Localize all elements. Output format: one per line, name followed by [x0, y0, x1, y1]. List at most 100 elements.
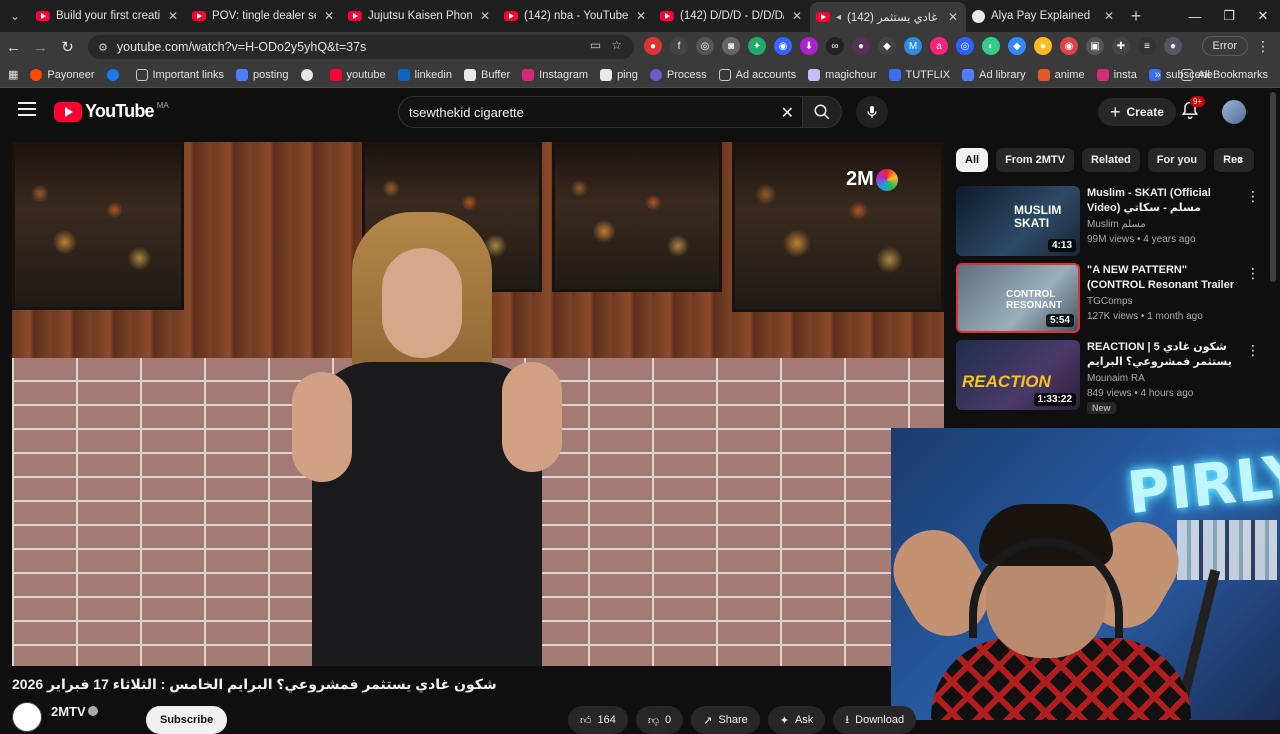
- all-bookmarks-folder[interactable]: All Bookmarks: [1180, 69, 1268, 81]
- bookmark-item[interactable]: Process: [649, 68, 707, 81]
- extension-icon[interactable]: ◎: [696, 37, 714, 55]
- extension-icon[interactable]: ◐: [982, 37, 1000, 55]
- bookmark-item[interactable]: Ad library: [962, 68, 1026, 81]
- browser-tab[interactable]: Jujutsu Kaisen Phonk HD✕: [342, 0, 498, 32]
- bookmark-folder[interactable]: Ad accounts: [718, 68, 796, 81]
- channel-avatar[interactable]: [12, 702, 42, 732]
- bookmark-item[interactable]: magichour: [808, 68, 877, 81]
- browser-tab[interactable]: POV: tingle dealer sells yo✕: [186, 0, 342, 32]
- bookmark-item[interactable]: ping: [600, 68, 638, 81]
- video-thumbnail[interactable]: MUSLIM SKATI 4:13: [956, 186, 1080, 256]
- bookmark-item[interactable]: posting: [236, 68, 289, 81]
- bookmark-item[interactable]: TUTFLIX: [888, 68, 950, 81]
- recommended-video-title[interactable]: Muslim - SKATI (Official Video) مسلم - س…: [1087, 186, 1239, 216]
- media-controls-icon[interactable]: ≡: [1138, 37, 1156, 55]
- bookmark-item[interactable]: linkedin: [397, 68, 452, 81]
- extension-icon[interactable]: ▣: [1086, 37, 1104, 55]
- extension-icon[interactable]: a: [930, 37, 948, 55]
- recommended-video[interactable]: CONTROL RESONANT 5:54 "A NEW PATTERN" (C…: [956, 263, 1266, 335]
- chip-related[interactable]: Related: [1081, 148, 1140, 172]
- video-player[interactable]: 2M: [12, 142, 944, 666]
- bookmark-item[interactable]: [106, 68, 124, 81]
- recommended-channel[interactable]: Mounaim RA: [1087, 373, 1145, 384]
- chip-all[interactable]: All: [956, 148, 989, 172]
- bookmark-item[interactable]: Instagram: [522, 68, 588, 81]
- close-tab-icon[interactable]: ✕: [322, 9, 336, 23]
- browser-tab[interactable]: (142) nba - YouTube ✕: [498, 0, 654, 32]
- apps-grid-icon[interactable]: ▦: [8, 68, 18, 81]
- more-bookmarks-icon[interactable]: »: [1155, 69, 1161, 81]
- recommended-video[interactable]: REACTION 1:33:22 REACTION | 5 شكون غادي …: [956, 340, 1266, 414]
- close-tab-icon[interactable]: ✕: [634, 9, 648, 23]
- bookmark-item[interactable]: insta: [1096, 68, 1137, 81]
- bookmark-item[interactable]: [300, 68, 318, 81]
- restore-icon[interactable]: ❐: [1212, 0, 1246, 32]
- new-tab-button[interactable]: +: [1122, 6, 1150, 27]
- extension-icon[interactable]: ◎: [956, 37, 974, 55]
- tab-search-icon[interactable]: ⌄: [0, 0, 30, 32]
- bookmark-item[interactable]: youtube: [329, 68, 386, 81]
- cast-icon[interactable]: ▭: [590, 38, 601, 52]
- reload-icon[interactable]: ↻: [54, 38, 81, 56]
- address-bar[interactable]: ⚙ youtube.com/watch?v=H-ODo2y5yhQ&t=37s …: [88, 35, 634, 59]
- bookmark-folder[interactable]: Important links: [135, 68, 224, 81]
- like-button[interactable]: 👍︎ 164: [568, 706, 628, 734]
- close-tab-icon[interactable]: ✕: [946, 10, 960, 24]
- audio-playing-icon[interactable]: ◂: [836, 12, 841, 23]
- back-icon[interactable]: ←: [0, 39, 27, 56]
- ask-button[interactable]: ✦ Ask: [767, 706, 826, 734]
- more-actions-icon[interactable]: ⋮: [1246, 342, 1260, 359]
- create-button[interactable]: + Create: [1098, 98, 1176, 126]
- voice-search-button[interactable]: [856, 96, 888, 128]
- browser-tab[interactable]: Build your first creative AI✕: [30, 0, 186, 32]
- extension-icon[interactable]: ●: [1034, 37, 1052, 55]
- extension-icon[interactable]: ●: [644, 37, 662, 55]
- browser-tab-active[interactable]: ◂(142) شكون غادي يستثمر✕: [810, 2, 966, 32]
- extension-icon[interactable]: ◉: [1060, 37, 1078, 55]
- extension-icon[interactable]: ⬇: [800, 37, 818, 55]
- close-window-icon[interactable]: ✕: [1246, 0, 1280, 32]
- browser-menu-icon[interactable]: ⋮: [1256, 38, 1270, 55]
- recommended-channel[interactable]: TGComps: [1087, 296, 1133, 307]
- download-button[interactable]: ⭳ Download: [833, 706, 917, 734]
- close-tab-icon[interactable]: ✕: [1102, 9, 1116, 23]
- clear-search-icon[interactable]: ✕: [781, 103, 794, 123]
- extension-icon[interactable]: ◙: [722, 37, 740, 55]
- page-scrollbar[interactable]: [1270, 92, 1276, 282]
- recommended-channel[interactable]: Muslim مسلم: [1087, 219, 1146, 230]
- search-button[interactable]: [802, 96, 842, 128]
- channel-name[interactable]: 2MTV: [51, 704, 86, 719]
- extension-icon[interactable]: f: [670, 37, 688, 55]
- browser-tab[interactable]: (142) D/D/D - D/D/D/D D✕: [654, 0, 810, 32]
- extension-icon[interactable]: ✦: [748, 37, 766, 55]
- bookmark-item[interactable]: Buffer: [463, 68, 510, 81]
- extensions-puzzle-icon[interactable]: ✚: [1112, 37, 1130, 55]
- recommended-video-title[interactable]: REACTION | 5 شكون غادي يستثمر فمشروعي؟ ا…: [1087, 340, 1239, 370]
- chip-for-you[interactable]: For you: [1147, 148, 1207, 172]
- more-actions-icon[interactable]: ⋮: [1246, 188, 1260, 205]
- bookmark-star-icon[interactable]: ☆: [611, 38, 622, 52]
- bookmark-item[interactable]: Payoneer: [30, 68, 95, 81]
- close-tab-icon[interactable]: ✕: [166, 9, 180, 23]
- minimize-icon[interactable]: —: [1178, 0, 1212, 32]
- extension-icon[interactable]: ●: [852, 37, 870, 55]
- account-avatar[interactable]: [1222, 100, 1246, 124]
- extension-icon[interactable]: M: [904, 37, 922, 55]
- share-button[interactable]: ↗ Share: [691, 706, 760, 734]
- video-thumbnail[interactable]: REACTION 1:33:22: [956, 340, 1080, 410]
- video-thumbnail[interactable]: CONTROL RESONANT 5:54: [956, 263, 1080, 333]
- forward-icon[interactable]: →: [27, 39, 54, 56]
- error-button[interactable]: Error: [1201, 36, 1248, 56]
- notifications-button[interactable]: 9+: [1180, 96, 1206, 122]
- extension-icon[interactable]: ∞: [826, 37, 844, 55]
- site-info-icon[interactable]: ⚙: [98, 41, 108, 54]
- close-tab-icon[interactable]: ✕: [478, 9, 492, 23]
- extension-icon[interactable]: ◉: [774, 37, 792, 55]
- chevron-right-icon[interactable]: ›: [1230, 148, 1250, 172]
- recommended-video[interactable]: MUSLIM SKATI 4:13 Muslim - SKATI (Offici…: [956, 186, 1266, 258]
- browser-tab[interactable]: Alya Pay Explained ✕: [966, 0, 1122, 32]
- bookmark-item[interactable]: anime: [1037, 68, 1085, 81]
- youtube-logo[interactable]: YouTube MA: [54, 101, 169, 122]
- extension-icon[interactable]: ◆: [1008, 37, 1026, 55]
- search-input[interactable]: tsewthekid cigarette ✕: [398, 96, 802, 128]
